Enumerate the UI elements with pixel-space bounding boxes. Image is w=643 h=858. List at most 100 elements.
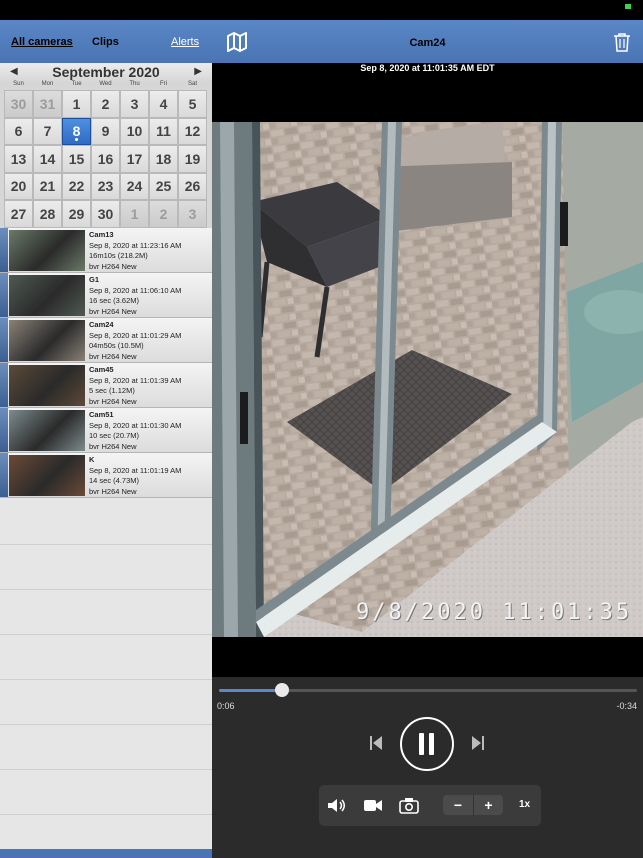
clip-info: bvr H264 New: [89, 351, 137, 361]
calendar-day[interactable]: 4: [149, 90, 178, 118]
calendar-day[interactable]: 22: [62, 172, 91, 200]
calendar-day[interactable]: 30: [4, 90, 33, 118]
battery-icon: [625, 4, 631, 9]
calendar-day[interactable]: 7: [33, 117, 62, 145]
weekday-row: Sun Mon Tue Wed Thu Fri Sat: [0, 81, 212, 89]
zoom-out-button[interactable]: −: [443, 795, 473, 815]
clip-marker: [0, 273, 8, 317]
calendar-day[interactable]: 14: [33, 145, 62, 173]
clip-time: Sep 8, 2020 at 11:06:10 AM: [89, 285, 182, 295]
weekday-label: Thu: [129, 81, 140, 87]
trash-icon[interactable]: [613, 32, 631, 52]
clip-camera: Cam24: [89, 320, 114, 329]
scrubber[interactable]: [219, 683, 637, 697]
calendar-day[interactable]: 2: [149, 200, 178, 228]
clip-details: Cam24 Sep 8, 2020 at 11:01:29 AM 04m50s (1…: [89, 320, 181, 362]
clip-camera: Cam13: [89, 230, 114, 239]
calendar-day[interactable]: 18: [149, 145, 178, 173]
calendar-day[interactable]: 17: [120, 145, 149, 173]
calendar: ◀ September 2020 ▶ Sun Mon Tue Wed Thu Fri Sat…: [0, 63, 212, 228]
clip-camera: K: [89, 455, 95, 464]
camera-icon[interactable]: [399, 797, 419, 814]
clip-duration: 10 sec (20.7M): [89, 431, 140, 440]
calendar-day[interactable]: 28: [33, 200, 62, 228]
clip-row[interactable]: Cam51 Sep 8, 2020 at 11:01:30 AM 10 sec (2…: [0, 408, 212, 453]
clip-row[interactable]: Cam24 Sep 8, 2020 at 11:01:29 AM 04m50s (1…: [0, 318, 212, 363]
calendar-day[interactable]: 1: [120, 200, 149, 228]
weekday-label: Sat: [187, 81, 197, 87]
calendar-day[interactable]: 6: [4, 117, 33, 145]
left-panel: All cameras Clips Alerts ◀ September 202…: [0, 20, 212, 858]
clip-marker: [0, 318, 8, 362]
calendar-day[interactable]: 23: [91, 172, 120, 200]
calendar-day[interactable]: 15: [62, 145, 91, 173]
clip-details: K Sep 8, 2020 at 11:01:19 AM 14 sec (4.73M…: [89, 455, 181, 497]
calendar-day[interactable]: 26: [178, 172, 207, 200]
clip-info: bvr H264 New: [89, 441, 137, 451]
clip-camera: G1: [89, 275, 100, 284]
calendar-header: ◀ September 2020 ▶: [0, 63, 212, 83]
playback-speed[interactable]: 1x: [519, 799, 530, 810]
clip-time: Sep 8, 2020 at 11:01:29 AM: [89, 330, 182, 340]
video-camera-icon[interactable]: [363, 797, 383, 814]
calendar-day[interactable]: 21: [33, 172, 62, 200]
calendar-day[interactable]: 1: [62, 90, 91, 118]
speaker-icon[interactable]: [327, 797, 347, 814]
clip-info: bvr H264 New: [89, 486, 137, 496]
calendar-day[interactable]: 29: [62, 200, 91, 228]
scrubber-thumb[interactable]: [274, 683, 289, 697]
clip-info: bvr H264 New: [89, 396, 137, 406]
video-frame[interactable]: 9/8/2020 11:01:35: [212, 122, 643, 637]
calendar-day[interactable]: 11: [149, 117, 178, 145]
calendar-day[interactable]: 24: [120, 172, 149, 200]
camera-title: Cam24: [409, 37, 446, 49]
viewer-panel: Cam24 Sep 8, 2020 at 11:01:35 AM EDT 9/8…: [212, 20, 643, 858]
skip-back-icon[interactable]: [369, 735, 383, 751]
next-month-icon[interactable]: ▶: [194, 66, 202, 77]
clip-thumbnail: [9, 230, 85, 271]
calendar-day[interactable]: 3: [120, 90, 149, 118]
calendar-day[interactable]: 12: [178, 117, 207, 145]
calendar-day[interactable]: 13: [4, 145, 33, 173]
calendar-day[interactable]: 9: [91, 117, 120, 145]
calendar-day-selected[interactable]: 8: [62, 117, 91, 145]
clip-row[interactable]: G1 Sep 8, 2020 at 11:06:10 AM 16 sec (3.62…: [0, 273, 212, 318]
clip-row[interactable]: Cam45 Sep 8, 2020 at 11:01:39 AM 5 sec (1.…: [0, 363, 212, 408]
time-remaining: -0:34: [616, 701, 637, 711]
clip-duration: 04m50s (10.5M): [89, 341, 144, 350]
clip-marker: [0, 408, 8, 452]
calendar-day[interactable]: 5: [178, 90, 207, 118]
zoom-in-button[interactable]: +: [473, 795, 503, 815]
calendar-day[interactable]: 31: [33, 90, 62, 118]
clip-info: bvr H264 New: [89, 306, 137, 316]
control-toolbar: − + 1x: [319, 785, 541, 826]
video-overlay-timestamp: 9/8/2020 11:01:35: [356, 600, 633, 625]
calendar-day[interactable]: 16: [91, 145, 120, 173]
status-bar: [0, 0, 643, 20]
calendar-day[interactable]: 30: [91, 200, 120, 228]
clip-row[interactable]: K Sep 8, 2020 at 11:01:19 AM 14 sec (4.73M…: [0, 453, 212, 498]
calendar-day[interactable]: 2: [91, 90, 120, 118]
clip-thumbnail: [9, 410, 85, 451]
skip-forward-icon[interactable]: [471, 735, 485, 751]
calendar-day[interactable]: 27: [4, 200, 33, 228]
clip-row[interactable]: Cam13 Sep 8, 2020 at 11:23:16 AM 16m10s (2…: [0, 228, 212, 273]
calendar-day[interactable]: 20: [4, 172, 33, 200]
left-header: All cameras Clips Alerts: [0, 20, 212, 63]
clip-time: Sep 8, 2020 at 11:01:39 AM: [89, 375, 182, 385]
weekday-label: Fri: [160, 81, 167, 87]
tab-all-cameras[interactable]: All cameras: [11, 36, 73, 48]
calendar-day[interactable]: 3: [178, 200, 207, 228]
clip-duration: 16m10s (218.2M): [89, 251, 148, 260]
tab-clips[interactable]: Clips: [92, 36, 119, 48]
pause-icon[interactable]: [400, 717, 454, 771]
weekday-label: Mon: [41, 81, 54, 87]
tab-alerts[interactable]: Alerts: [171, 36, 199, 48]
calendar-day[interactable]: 10: [120, 117, 149, 145]
clip-info: bvr H264 New: [89, 261, 137, 271]
calendar-day[interactable]: 19: [178, 145, 207, 173]
calendar-day[interactable]: 25: [149, 172, 178, 200]
left-bottom-bar: [0, 849, 212, 858]
weekday-label: Sun: [13, 81, 24, 87]
scrubber-progress: [219, 689, 282, 692]
